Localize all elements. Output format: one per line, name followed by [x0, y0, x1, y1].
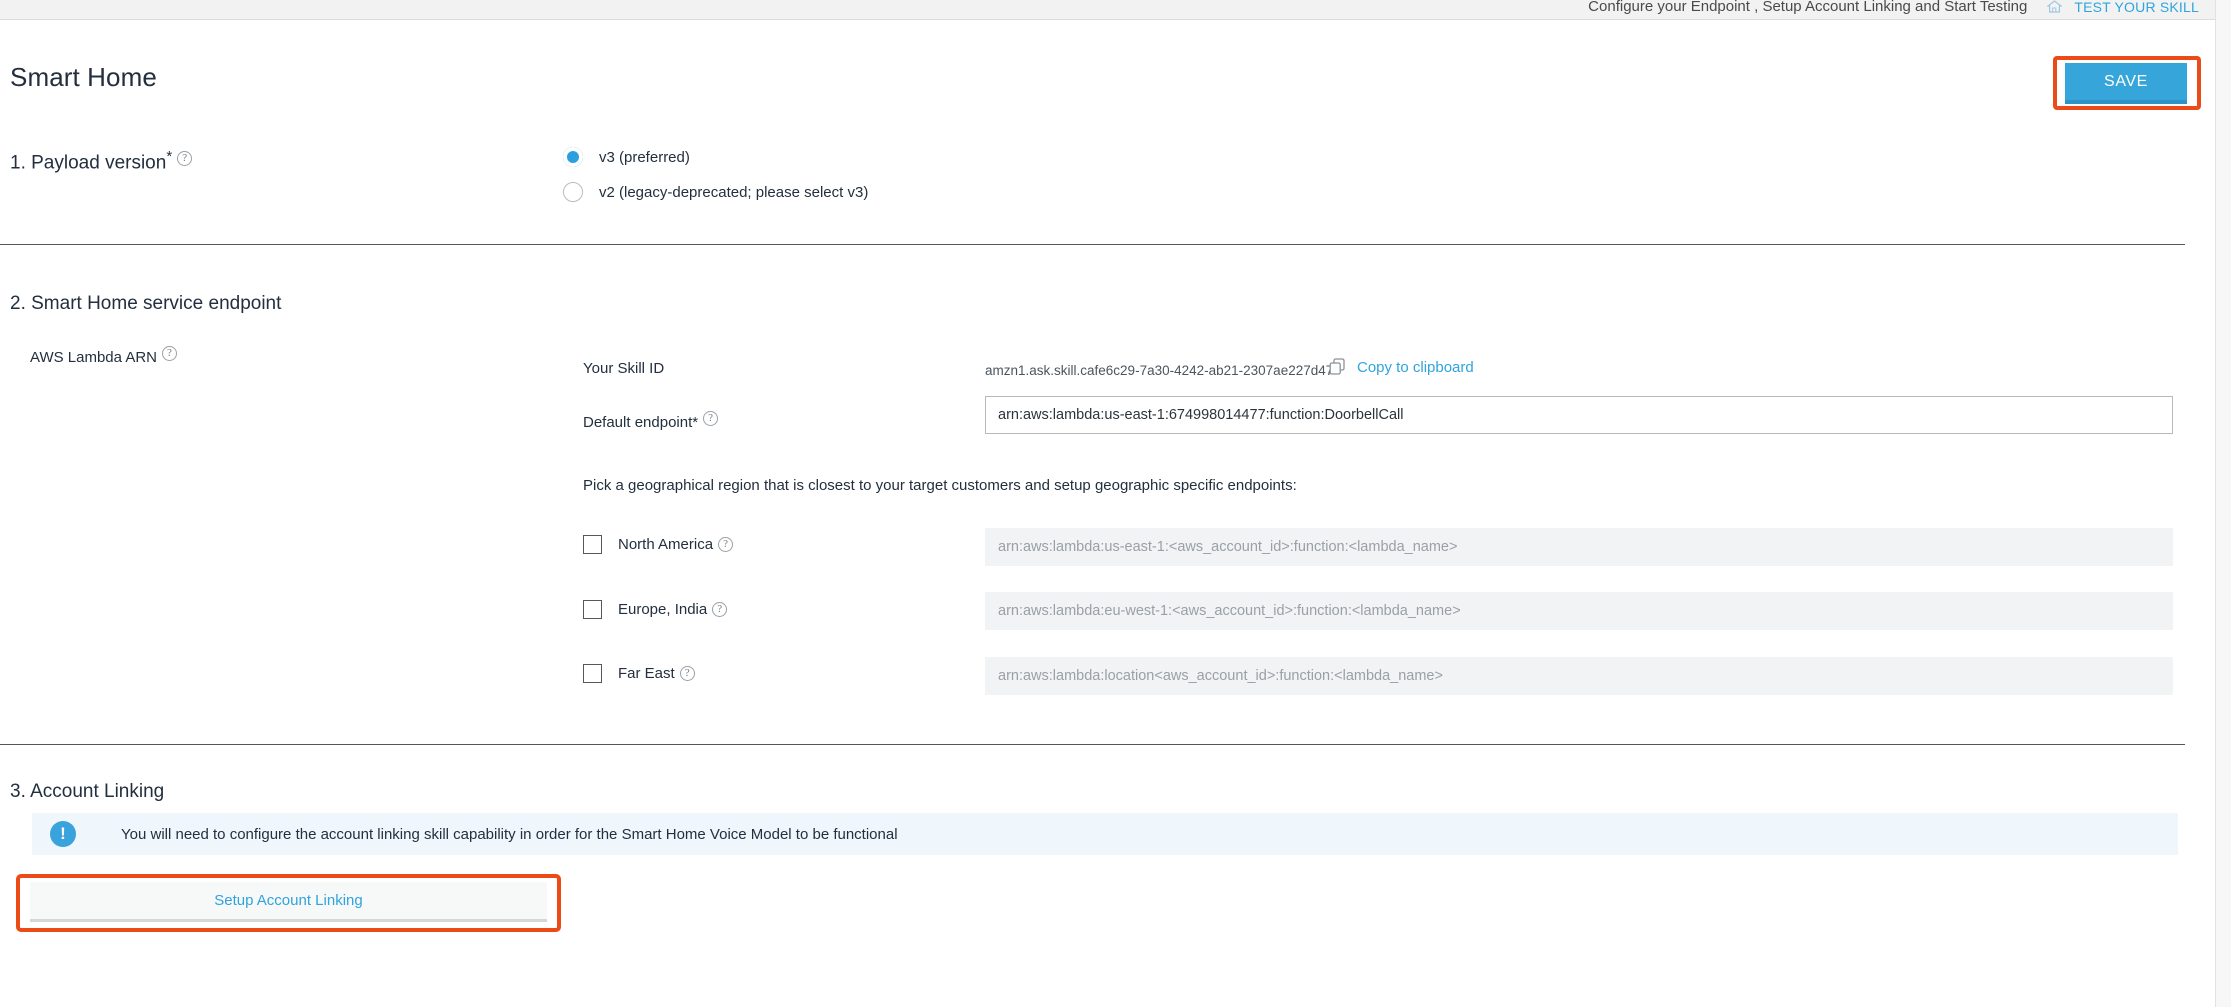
- save-button[interactable]: SAVE: [2065, 63, 2187, 104]
- region-row-europe-india[interactable]: Europe, India ?: [583, 600, 728, 619]
- payload-version-label: 1. Payload version: [10, 152, 167, 174]
- exclamation-icon: !: [50, 821, 76, 847]
- endpoint-input-far-east[interactable]: [985, 657, 2173, 695]
- radio-row-v2[interactable]: v2 (legacy-deprecated; please select v3): [563, 182, 868, 202]
- endpoint-input-north-america[interactable]: [985, 528, 2173, 566]
- help-circle-icon-lambda-arn[interactable]: ?: [162, 346, 177, 361]
- copy-icon: [1329, 358, 1346, 376]
- default-endpoint-input[interactable]: [985, 396, 2173, 434]
- divider-after-payload: [0, 244, 2185, 245]
- checkbox-north-america[interactable]: [583, 535, 602, 554]
- region-row-far-east[interactable]: Far East ?: [583, 664, 695, 683]
- account-linking-section-title: 3. Account Linking: [10, 781, 165, 802]
- test-your-skill-link[interactable]: TEST YOUR SKILL: [2074, 0, 2199, 15]
- smart-home-config-page: Configure your Endpoint , Setup Account …: [0, 0, 2231, 1007]
- aws-lambda-arn-text: AWS Lambda ARN: [30, 349, 157, 366]
- checkbox-far-east[interactable]: [583, 664, 602, 683]
- region-label-europe-india[interactable]: Europe, India: [618, 601, 707, 618]
- payload-version-section-title: 1. Payload version*?: [10, 148, 193, 174]
- default-endpoint-label: Default endpoint*?: [583, 411, 719, 431]
- radio-label-v3[interactable]: v3 (preferred): [599, 149, 690, 166]
- help-circle-icon-europe-india[interactable]: ?: [712, 602, 728, 617]
- region-label-far-east[interactable]: Far East: [618, 665, 675, 682]
- radio-v3[interactable]: [563, 147, 583, 167]
- default-endpoint-text: Default endpoint*: [583, 414, 699, 431]
- help-circle-icon-default-endpoint[interactable]: ?: [703, 411, 719, 426]
- region-row-north-america[interactable]: North America ?: [583, 535, 734, 554]
- copy-to-clipboard-button[interactable]: Copy to clipboard: [1329, 358, 1474, 376]
- radio-row-v3[interactable]: v3 (preferred): [563, 147, 690, 167]
- payload-required-marker: *: [166, 148, 173, 165]
- skill-id-value: amzn1.ask.skill.cafe6c29-7a30-4242-ab21-…: [985, 363, 1334, 378]
- setup-account-linking-button[interactable]: Setup Account Linking: [30, 882, 547, 922]
- home-icon: [2047, 0, 2063, 13]
- account-linking-info-text: You will need to configure the account l…: [121, 825, 898, 843]
- help-circle-icon-far-east[interactable]: ?: [679, 666, 695, 681]
- skill-id-label: Your Skill ID: [583, 360, 665, 377]
- divider-after-endpoint: [0, 744, 2185, 745]
- radio-label-v2[interactable]: v2 (legacy-deprecated; please select v3): [599, 184, 868, 201]
- page-scrollbar[interactable]: [2215, 0, 2231, 1007]
- endpoint-input-europe-india[interactable]: [985, 592, 2173, 630]
- copy-to-clipboard-label: Copy to clipboard: [1357, 358, 1474, 376]
- top-helper-bar: Configure your Endpoint , Setup Account …: [0, 0, 2215, 20]
- help-circle-icon-north-america[interactable]: ?: [718, 537, 734, 552]
- help-circle-icon-payload[interactable]: ?: [177, 151, 193, 166]
- aws-lambda-arn-label: AWS Lambda ARN?: [30, 346, 177, 366]
- region-label-north-america[interactable]: North America: [618, 536, 713, 553]
- endpoint-section-title: 2. Smart Home service endpoint: [10, 293, 282, 314]
- region-helper-text: Pick a geographical region that is close…: [583, 477, 1297, 494]
- checkbox-europe-india[interactable]: [583, 600, 602, 619]
- account-linking-info-banner: ! You will need to configure the account…: [32, 813, 2178, 855]
- radio-v2[interactable]: [563, 182, 583, 202]
- topbar-hint-text: Configure your Endpoint , Setup Account …: [1588, 0, 2028, 15]
- page-title: Smart Home: [10, 62, 157, 92]
